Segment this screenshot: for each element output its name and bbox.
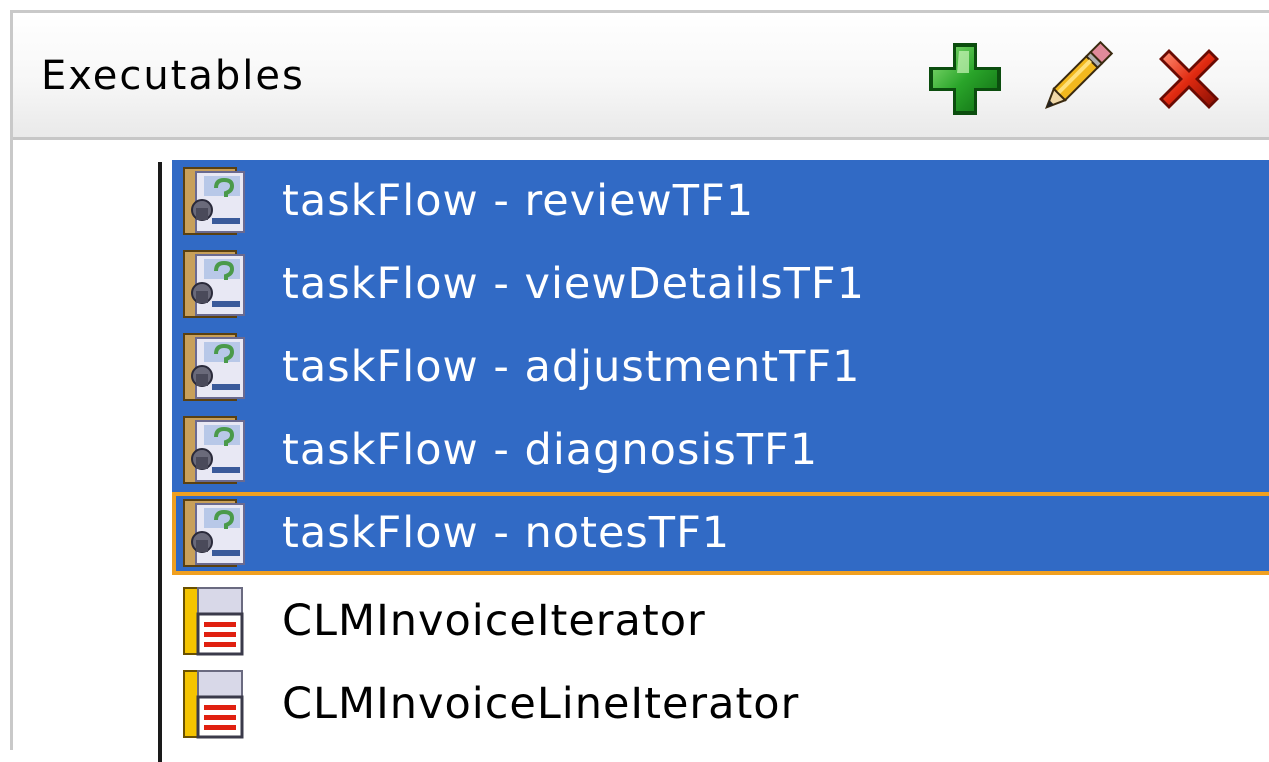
tree-item-reviewtf1[interactable]: taskFlow - reviewTF1 (172, 160, 1269, 243)
tree-item-label: CLMInvoiceIterator (282, 596, 706, 646)
panel-title: Executables (41, 53, 305, 99)
executables-panel: Executables taskFlow - reviewTF1 taskFlo… (10, 10, 1269, 762)
tree-item-clminvoiceiterator[interactable]: CLMInvoiceIterator (172, 580, 1269, 663)
tree-guide-line (158, 162, 162, 762)
taskflow-binding-icon (183, 499, 245, 567)
tree-item-label: taskFlow - reviewTF1 (282, 176, 755, 226)
iterator-icon (183, 587, 244, 656)
tree-item-adjustmenttf1[interactable]: taskFlow - adjustmentTF1 (172, 326, 1269, 409)
executables-tree: taskFlow - reviewTF1 taskFlow - viewDeta… (13, 140, 1269, 762)
tree-item-clminvoicelineiterator[interactable]: CLMInvoiceLineIterator (172, 663, 1269, 746)
tree-item-viewdetailstf1[interactable]: taskFlow - viewDetailsTF1 (172, 243, 1269, 326)
tree-item-diagnosistf1[interactable]: taskFlow - diagnosisTF1 (172, 409, 1269, 492)
delete-icon (1159, 49, 1219, 109)
delete-button[interactable] (1147, 37, 1231, 121)
iterator-icon (183, 670, 244, 739)
tree-item-notestf1[interactable]: taskFlow - notesTF1 (172, 492, 1269, 575)
edit-button[interactable] (1033, 37, 1117, 121)
taskflow-binding-icon (183, 167, 245, 235)
tree-item-label: taskFlow - adjustmentTF1 (282, 342, 861, 392)
add-button[interactable] (923, 37, 1007, 121)
panel-header: Executables (13, 13, 1269, 140)
taskflow-binding-icon (183, 333, 245, 401)
taskflow-binding-icon (183, 250, 245, 318)
tree-item-label: taskFlow - notesTF1 (282, 508, 731, 558)
tree-item-label: taskFlow - diagnosisTF1 (282, 425, 819, 475)
tree-item-label: taskFlow - viewDetailsTF1 (282, 259, 865, 309)
add-icon (929, 43, 1001, 115)
pencil-icon (1044, 40, 1114, 110)
tree-item-label: CLMInvoiceLineIterator (282, 679, 800, 729)
taskflow-binding-icon (183, 416, 245, 484)
